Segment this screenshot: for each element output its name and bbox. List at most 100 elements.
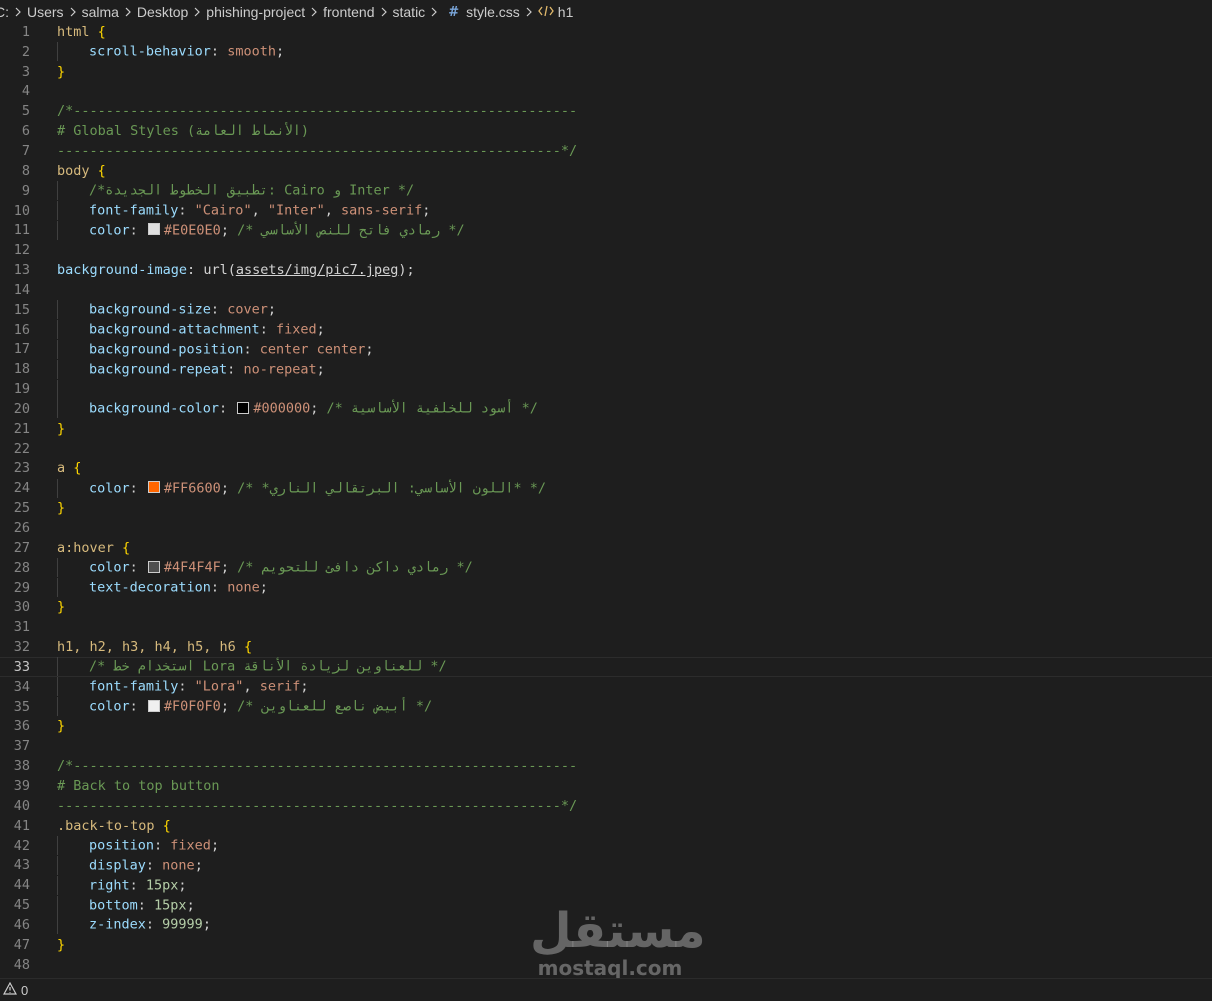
- value: #E0E0E0: [163, 222, 221, 239]
- code-line: 43 display: none;: [0, 855, 1212, 875]
- code-line: 30}: [0, 597, 1212, 617]
- punctuation: ;: [422, 202, 431, 219]
- value: #F0F0F0: [163, 698, 221, 715]
- punctuation: :: [145, 857, 163, 874]
- line-number: 24: [13, 480, 30, 497]
- property: background-repeat: [89, 361, 228, 378]
- punctuation: :: [187, 262, 204, 279]
- color-swatch[interactable]: [147, 481, 160, 494]
- code-line: 15 background-size: cover;: [0, 300, 1212, 320]
- code-line: 7 ---------------------------------------…: [0, 141, 1212, 161]
- code-line: 41 .back-to-top {: [0, 816, 1212, 836]
- property: display: [89, 857, 146, 874]
- line-number: 19: [13, 381, 30, 398]
- line-number: 28: [13, 559, 30, 576]
- brace: {: [154, 817, 171, 834]
- breadcrumb-symbol[interactable]: h1: [557, 4, 575, 20]
- line-number: 2: [21, 43, 30, 60]
- line-number: 47: [13, 936, 30, 953]
- css-file-icon: #: [448, 4, 460, 20]
- line-number: 18: [13, 361, 30, 378]
- line-number: 3: [21, 63, 30, 80]
- value: #FF6600: [163, 480, 221, 497]
- code-line: 10 font-family: "Cairo", "Inter", sans-se…: [0, 201, 1212, 221]
- breadcrumb-salma[interactable]: salma: [81, 4, 120, 20]
- value: center center: [259, 341, 366, 358]
- value: no-repeat: [243, 361, 317, 378]
- url-link[interactable]: assets/img/pic7.jpeg: [236, 262, 399, 278]
- watermark-latin: mostaql.com: [537, 956, 683, 980]
- punctuation: :: [210, 579, 228, 596]
- color-swatch[interactable]: [237, 401, 250, 414]
- value: fixed: [275, 321, 317, 338]
- comment: /*--------------------------------------…: [57, 758, 578, 775]
- line-number: 12: [13, 242, 30, 259]
- color-swatch[interactable]: [147, 223, 160, 236]
- breadcrumb-desktop[interactable]: Desktop: [136, 4, 189, 20]
- punctuation: :: [137, 897, 155, 914]
- punctuation: :: [129, 480, 146, 497]
- breadcrumb-drive[interactable]: C:: [0, 4, 10, 20]
- property: background-image: [57, 262, 188, 279]
- punctuation: :: [154, 837, 171, 854]
- code-editor[interactable]: 1 html { 2 scroll-behavior: smooth; 3} 4 5…: [0, 22, 1212, 978]
- selector: body: [57, 162, 90, 179]
- punctuation: :: [178, 678, 195, 695]
- breadcrumb-frontend[interactable]: frontend: [322, 4, 375, 20]
- line-number: 22: [13, 440, 30, 457]
- symbol-tag-icon: [537, 5, 554, 20]
- punctuation: :: [129, 222, 146, 239]
- line-number: 44: [13, 877, 30, 894]
- status-bar: 0: [0, 978, 1212, 1001]
- problems-indicator[interactable]: 0: [0, 981, 28, 998]
- line-number: 6: [21, 123, 30, 140]
- breadcrumb-users[interactable]: Users: [26, 4, 65, 20]
- color-swatch[interactable]: [147, 699, 160, 712]
- value: none: [162, 857, 195, 874]
- punctuation: ;: [210, 837, 220, 854]
- code-line: 35 color: #F0F0F0; /* أبيض ناصع للعناوين …: [0, 697, 1212, 717]
- code-line: 3}: [0, 62, 1212, 82]
- code-line: 13 background-image: url(assets/img/pic7.…: [0, 260, 1212, 280]
- line-number: 45: [13, 897, 30, 914]
- line-number: 40: [13, 797, 30, 814]
- breadcrumb-phishing-project[interactable]: phishing-project: [205, 4, 306, 20]
- line-number: 4: [21, 83, 30, 100]
- line-number: 13: [13, 262, 30, 279]
- comment: /* أسود للخلفية الأساسية */: [326, 400, 538, 417]
- value: sans-serif: [341, 202, 423, 219]
- code-line: 37: [0, 736, 1212, 756]
- code-line: 27 a:hover {: [0, 538, 1212, 558]
- code-line: 26: [0, 518, 1212, 538]
- property: right: [89, 877, 130, 894]
- value: #000000: [253, 400, 311, 417]
- line-number: 10: [13, 202, 30, 219]
- number: 99999: [162, 916, 203, 933]
- punctuation: ,: [243, 678, 260, 695]
- number: 15px: [154, 897, 187, 914]
- code-line: 36}: [0, 717, 1212, 737]
- line-number: 25: [13, 500, 30, 517]
- value: #4F4F4F: [163, 559, 221, 576]
- line-number: 41: [13, 817, 30, 834]
- breadcrumb-file[interactable]: style.css: [465, 4, 521, 20]
- line-number: 37: [13, 738, 30, 755]
- code-line: 19: [0, 379, 1212, 399]
- code-line: 25}: [0, 498, 1212, 518]
- code-line: 4: [0, 82, 1212, 102]
- line-number: 14: [13, 281, 30, 298]
- breadcrumb-static[interactable]: static: [392, 4, 427, 20]
- warning-icon: [2, 981, 18, 998]
- code-line: 44 right: 15px;: [0, 875, 1212, 895]
- line-number: 48: [13, 956, 30, 973]
- code-line: 23 a {: [0, 459, 1212, 479]
- brace: }: [57, 63, 66, 80]
- property: background-size: [89, 301, 211, 318]
- brace: {: [113, 539, 131, 556]
- brace: }: [57, 936, 66, 953]
- punctuation: ;: [220, 480, 238, 497]
- selector: html: [57, 23, 90, 40]
- line-number: 11: [13, 222, 30, 239]
- color-swatch[interactable]: [147, 560, 160, 573]
- punctuation: ;: [202, 916, 211, 933]
